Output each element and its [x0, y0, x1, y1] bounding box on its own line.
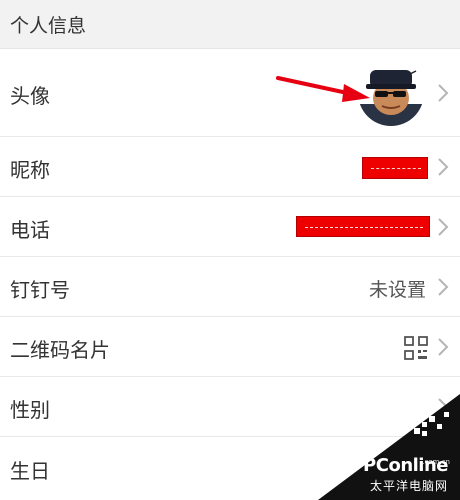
row-birthday-label: 生日	[10, 459, 50, 483]
row-phone-label: 电话	[10, 218, 50, 242]
chevron-right-icon	[438, 158, 449, 176]
redacted-value	[296, 216, 430, 237]
watermark-brand: PConline	[363, 455, 448, 476]
pconline-watermark: .com.cn PConline 太平洋电脑网	[318, 394, 460, 500]
row-gender-label: 性别	[10, 398, 50, 422]
chevron-right-icon	[438, 84, 449, 102]
chevron-right-icon	[438, 278, 449, 296]
row-dingtalk-id-value: 未设置	[368, 279, 426, 301]
section-title: 个人信息	[10, 15, 87, 37]
row-phone[interactable]: 电话	[0, 197, 460, 257]
row-qr-card[interactable]: 二维码名片	[0, 317, 460, 377]
row-avatar-label: 头像	[10, 84, 50, 108]
row-dingtalk-id[interactable]: 钉钉号 未设置	[0, 257, 460, 317]
row-qr-card-label: 二维码名片	[10, 338, 110, 362]
chevron-right-icon	[438, 218, 449, 236]
row-nickname[interactable]: 昵称	[0, 137, 460, 197]
watermark-subtitle: 太平洋电脑网	[369, 479, 448, 493]
redacted-value	[362, 157, 428, 179]
row-dingtalk-id-label: 钉钉号	[10, 278, 70, 302]
red-arrow-annotation	[276, 76, 370, 102]
qr-code-icon	[404, 336, 428, 360]
chevron-right-icon	[438, 338, 449, 356]
section-header: 个人信息	[0, 0, 460, 49]
row-nickname-label: 昵称	[10, 158, 50, 182]
